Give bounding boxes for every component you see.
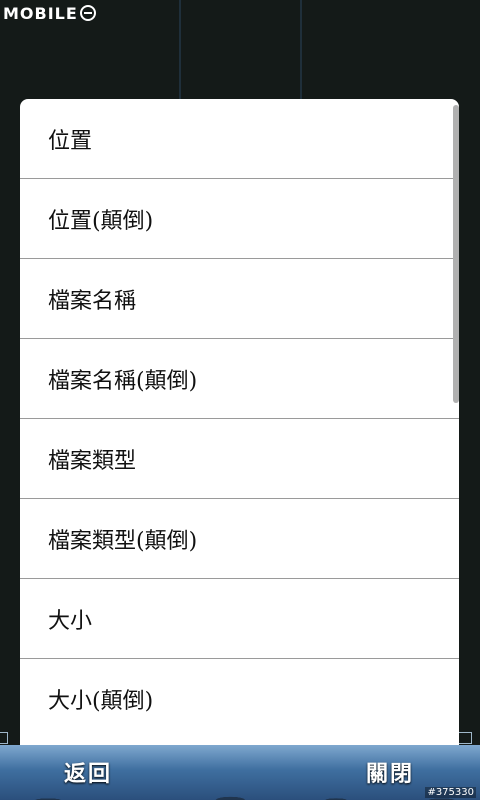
sort-options-dialog: 位置 位置(顛倒) 檔案名稱 檔案名稱(顛倒) 檔案類型 檔案類型(顛倒) 大小… bbox=[20, 99, 459, 759]
bottom-softkey-bar: 返回 關閉 #375330 bbox=[0, 745, 480, 800]
sort-option-size[interactable]: 大小 bbox=[20, 579, 459, 659]
close-button[interactable]: 關閉 bbox=[366, 757, 414, 787]
watermark: MOBILE bbox=[3, 2, 96, 24]
sort-option-filename-reversed[interactable]: 檔案名稱(顛倒) bbox=[20, 339, 459, 419]
list-item-label: 位置 bbox=[48, 128, 93, 154]
sort-option-location[interactable]: 位置 bbox=[20, 99, 459, 179]
screen: MOBILE 位置 位置(顛倒) 檔案名稱 檔案名稱(顛倒) 檔案類型 檔案類型… bbox=[0, 0, 480, 800]
sort-options-list: 位置 位置(顛倒) 檔案名稱 檔案名稱(顛倒) 檔案類型 檔案類型(顛倒) 大小… bbox=[20, 99, 459, 739]
watermark-text: MOBILE bbox=[3, 3, 78, 23]
list-item-label: 大小 bbox=[48, 608, 93, 634]
sort-option-size-reversed[interactable]: 大小(顛倒) bbox=[20, 659, 459, 739]
left-edge-control bbox=[0, 732, 8, 744]
post-id-label: #375330 bbox=[425, 787, 476, 798]
sort-option-filetype-reversed[interactable]: 檔案類型(顛倒) bbox=[20, 499, 459, 579]
sort-option-filename[interactable]: 檔案名稱 bbox=[20, 259, 459, 339]
list-item-label: 位置(顛倒) bbox=[48, 208, 154, 234]
list-item-label: 檔案類型(顛倒) bbox=[48, 528, 198, 554]
back-button[interactable]: 返回 bbox=[64, 757, 112, 787]
list-item-label: 檔案名稱(顛倒) bbox=[48, 368, 198, 394]
sort-option-filetype[interactable]: 檔案類型 bbox=[20, 419, 459, 499]
right-edge-control bbox=[458, 732, 472, 744]
sort-option-location-reversed[interactable]: 位置(顛倒) bbox=[20, 179, 459, 259]
list-item-label: 檔案類型 bbox=[48, 448, 137, 474]
list-item-label: 大小(顛倒) bbox=[48, 689, 154, 714]
mobile01-logo-icon bbox=[79, 5, 96, 21]
list-scrollbar[interactable] bbox=[453, 105, 459, 403]
list-item-label: 檔案名稱 bbox=[48, 288, 137, 314]
